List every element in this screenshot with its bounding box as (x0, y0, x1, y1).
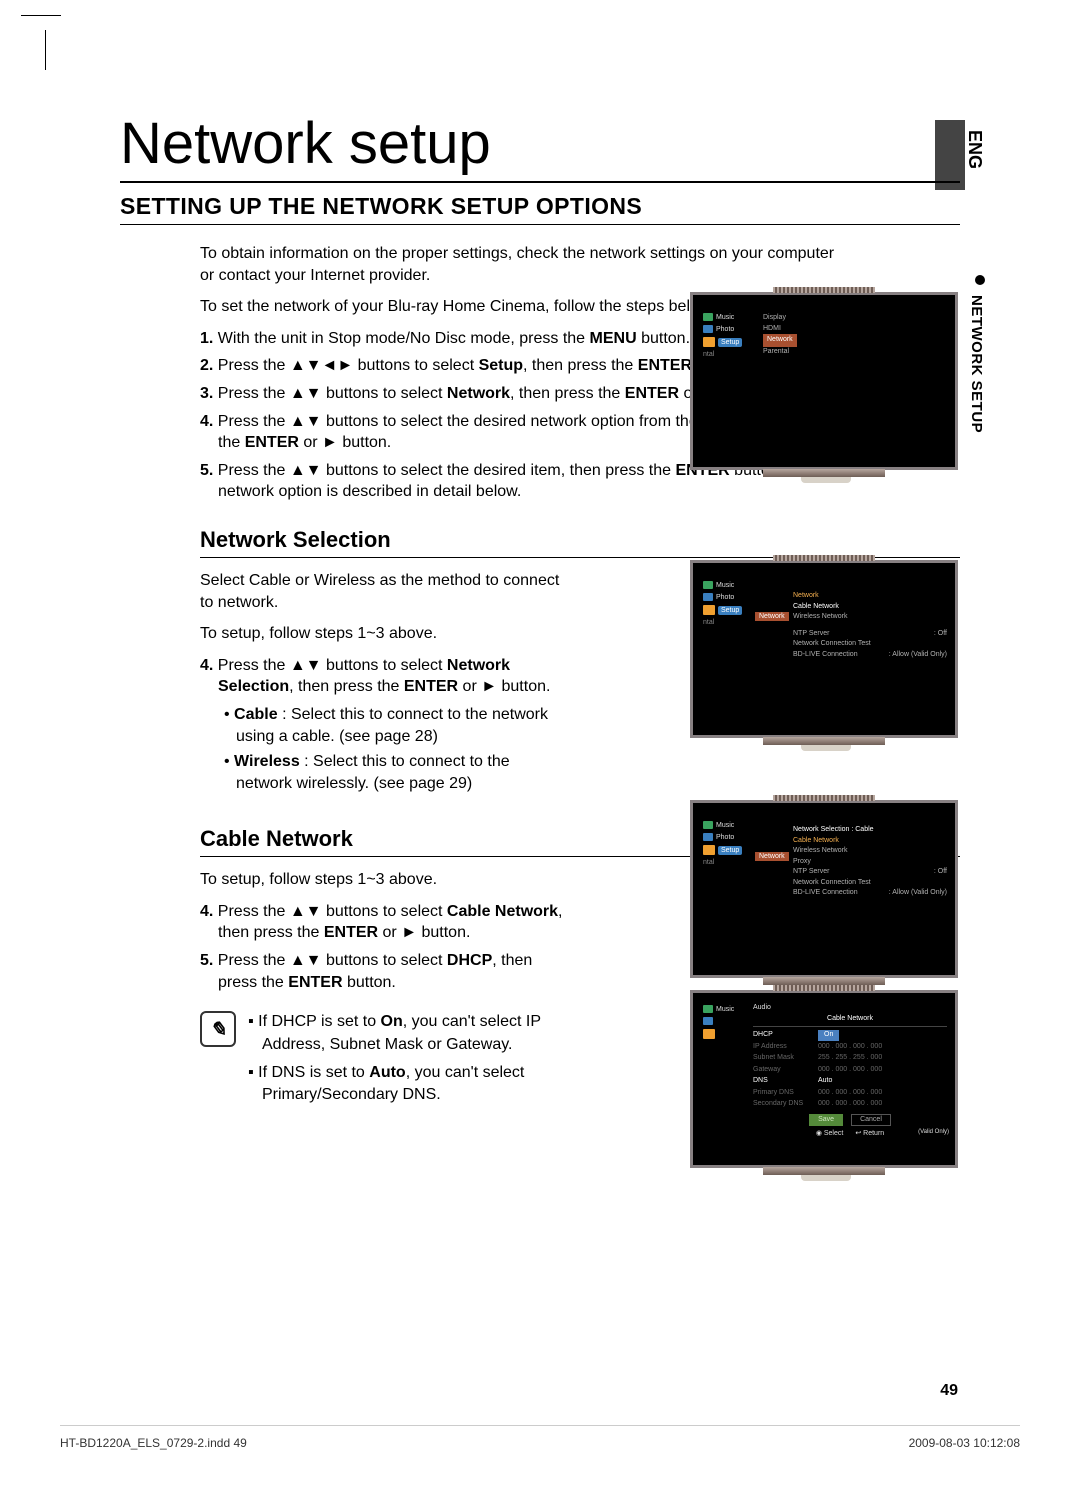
network-selection-head: Network Selection (200, 527, 960, 553)
cancel-button[interactable]: Cancel (851, 1114, 891, 1127)
gear-icon (703, 337, 715, 347)
intro-p1: To obtain information on the proper sett… (200, 243, 840, 286)
save-button[interactable]: Save (809, 1114, 843, 1127)
tv-screenshot-cable-network: Music Photo Setup ntal Network Network S… (690, 800, 958, 978)
note-1: If DHCP is set to On, you can't select I… (248, 1011, 578, 1056)
page-title: Network setup (120, 110, 960, 177)
tv-screenshot-network-selection: Music Photo Setup ntal Network Network C… (690, 560, 958, 738)
cable-network-body: To setup, follow steps 1~3 above. 4. Pre… (200, 869, 570, 993)
tv4-valid-only: (Valid Only) (918, 1129, 949, 1135)
ns-p2: To setup, follow steps 1~3 above. (200, 623, 570, 645)
note-icon: ✎ (200, 1011, 236, 1047)
footer: HT-BD1220A_ELS_0729-2.indd 49 2009-08-03… (60, 1425, 1020, 1450)
footer-file: HT-BD1220A_ELS_0729-2.indd 49 (60, 1436, 247, 1450)
tv-screenshot-dhcp: Music Audio Cable Network DHCPOn IP Addr… (690, 990, 958, 1168)
ns-bullet-wireless: • Wireless : Select this to connect to t… (200, 751, 570, 794)
tv4-buttons: Save Cancel (753, 1114, 947, 1127)
section-heading: SETTING UP THE NETWORK SETUP OPTIONS (120, 193, 960, 220)
tv-screenshot-setup: Music Photo Setup ntal Display HDMI Netw… (690, 292, 958, 470)
gear-icon (703, 845, 715, 855)
tv3-network-hl: Network (755, 852, 789, 861)
page-number: 49 (940, 1382, 958, 1400)
gear-icon (703, 605, 715, 615)
photo-icon (703, 593, 713, 601)
note-2: If DNS is set to Auto, you can't select … (248, 1062, 578, 1107)
ns-step-4: 4. Press the ▲▼ buttons to select Networ… (200, 655, 570, 698)
tv4-panel: Audio Cable Network DHCPOn IP Address000… (753, 1003, 947, 1140)
section-rule (120, 224, 960, 225)
tv1-panel: Display HDMI Network Parental (763, 313, 947, 357)
tv3-sidebar: Music Photo Setup ntal (703, 821, 761, 870)
gear-icon (703, 1029, 715, 1039)
cn-step-5: 5. Press the ▲▼ buttons to select DHCP, … (200, 950, 570, 993)
network-selection-body: Select Cable or Wireless as the method t… (200, 570, 570, 794)
cn-p1: To setup, follow steps 1~3 above. (200, 869, 570, 891)
title-rule (120, 181, 960, 183)
music-icon (703, 313, 713, 321)
cn-step-4: 4. Press the ▲▼ buttons to select Cable … (200, 901, 570, 944)
tv2-panel: Network Cable Network Wireless Network N… (793, 591, 947, 660)
tv2-sidebar: Music Photo Setup ntal (703, 581, 761, 630)
music-icon (703, 1005, 713, 1013)
photo-icon (703, 833, 713, 841)
footer-timestamp: 2009-08-03 10:12:08 (909, 1436, 1020, 1450)
music-icon (703, 821, 713, 829)
music-icon (703, 581, 713, 589)
tv3-panel: Network Selection : Cable Cable Network … (793, 825, 947, 899)
ns-p1: Select Cable or Wireless as the method t… (200, 570, 570, 613)
photo-icon (703, 1017, 713, 1025)
page-content: Network setup SETTING UP THE NETWORK SET… (0, 0, 1080, 1485)
ns-bullet-cable: • Cable : Select this to connect to the … (200, 704, 570, 747)
photo-icon (703, 325, 713, 333)
tv1-sidebar: Music Photo Setup ntal (703, 313, 761, 362)
note-list: If DHCP is set to On, you can't select I… (248, 1011, 578, 1113)
tv2-network-hl: Network (755, 612, 789, 621)
